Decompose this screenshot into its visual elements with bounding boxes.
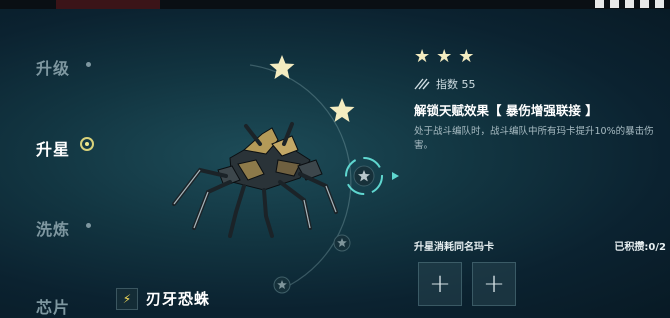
mech-spider-image bbox=[172, 122, 338, 238]
next-arrow-icon bbox=[392, 172, 399, 180]
star-icon: ★ bbox=[414, 46, 431, 67]
talent-description: 处于战斗编队时，战斗编队中所有玛卡提升10%的暴击伤害。 bbox=[414, 126, 654, 151]
add-card-slot[interactable]: + bbox=[472, 262, 516, 306]
consume-label: 升星消耗同名玛卡 bbox=[414, 242, 494, 253]
accumulated-count: 已积攒:0/2 bbox=[614, 242, 666, 253]
star-icon: ★ bbox=[458, 46, 475, 67]
add-card-slot[interactable]: + bbox=[418, 262, 462, 306]
character-name: 刃牙恐蛛 bbox=[146, 290, 211, 308]
star-icon: ★ bbox=[436, 46, 453, 67]
consume-row: 升星消耗同名玛卡 已积攒:0/2 bbox=[414, 238, 666, 253]
star-node-filled-icon bbox=[269, 55, 295, 79]
star-rating: ★ ★ ★ bbox=[414, 48, 664, 66]
details-panel: ★ ★ ★ 指数 55 解锁天赋效果【 暴伤增强联接 】 处于战斗编队时，战斗编… bbox=[414, 48, 664, 153]
index-row: 指数 55 bbox=[414, 76, 664, 92]
unlock-title: 解锁天赋效果【 暴伤增强联接 】 bbox=[414, 103, 598, 118]
lightning-icon: ⚡ bbox=[116, 288, 138, 310]
index-value: 指数 55 bbox=[436, 78, 476, 91]
claw-icon bbox=[414, 78, 430, 90]
